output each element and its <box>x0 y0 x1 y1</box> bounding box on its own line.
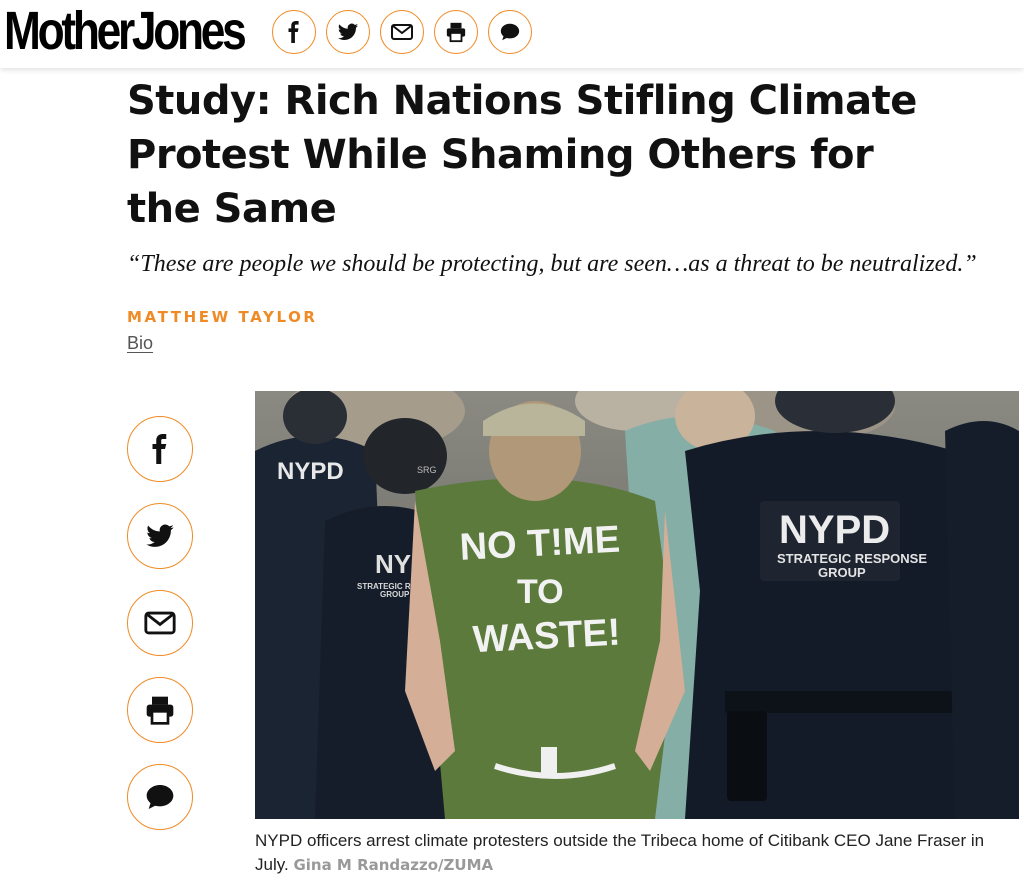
author-name-link[interactable]: MATTHEW TAYLOR <box>127 308 318 326</box>
sidebar-share-print-button[interactable] <box>127 677 193 743</box>
header-share-facebook-button[interactable] <box>272 10 316 54</box>
comment-icon <box>146 785 174 809</box>
header-share-twitter-button[interactable] <box>326 10 370 54</box>
facebook-icon <box>152 434 167 464</box>
header-share-email-button[interactable] <box>380 10 424 54</box>
lead-photo-illustration: NYPD SRG NYPD STRATEGIC RESPONSE GROUP N… <box>255 391 1019 819</box>
sidebar-share-comment-button[interactable] <box>127 764 193 830</box>
photo-credit: Gina M Randazzo/ZUMA <box>293 856 494 874</box>
photo-caption: NYPD officers arrest climate protesters … <box>255 829 1015 877</box>
twitter-icon <box>337 23 359 40</box>
email-icon <box>391 24 413 40</box>
site-logo[interactable]: MotherJones <box>4 2 247 60</box>
facebook-icon <box>288 21 299 43</box>
shirt-text-line-2: TO <box>517 573 564 611</box>
sidebar-share-bar <box>127 416 193 851</box>
article-headline: Study: Rich Nations Stifling Climate Pro… <box>127 78 917 232</box>
vest-label-left: NYPD <box>277 458 344 485</box>
lead-photo: NYPD SRG NYPD STRATEGIC RESPONSE GROUP N… <box>255 391 1019 819</box>
sidebar-share-twitter-button[interactable] <box>127 503 193 569</box>
vest-sub-right-2: GROUP <box>818 565 866 580</box>
twitter-icon <box>146 524 174 547</box>
site-header: MotherJones <box>0 0 1024 68</box>
author-bio-link[interactable]: Bio <box>127 333 153 354</box>
header-share-comment-button[interactable] <box>488 10 532 54</box>
article-dek: “These are people we should be protectin… <box>127 251 977 277</box>
email-icon <box>144 611 176 635</box>
vest-label-right: NYPD <box>779 508 890 552</box>
vest-sub-right-1: STRATEGIC RESPONSE <box>777 551 927 566</box>
shirt-text-line-1: NO T!ME <box>459 519 621 569</box>
shirt-text-line-3: WASTE! <box>472 612 622 662</box>
vest-sub-mid-2: GROUP <box>380 590 410 599</box>
print-icon <box>446 22 466 43</box>
print-icon <box>146 696 174 725</box>
comment-icon <box>500 23 520 41</box>
header-share-bar <box>272 10 532 54</box>
header-share-print-button[interactable] <box>434 10 478 54</box>
helmet-label: SRG <box>417 465 437 475</box>
sidebar-share-facebook-button[interactable] <box>127 416 193 482</box>
sidebar-share-email-button[interactable] <box>127 590 193 656</box>
